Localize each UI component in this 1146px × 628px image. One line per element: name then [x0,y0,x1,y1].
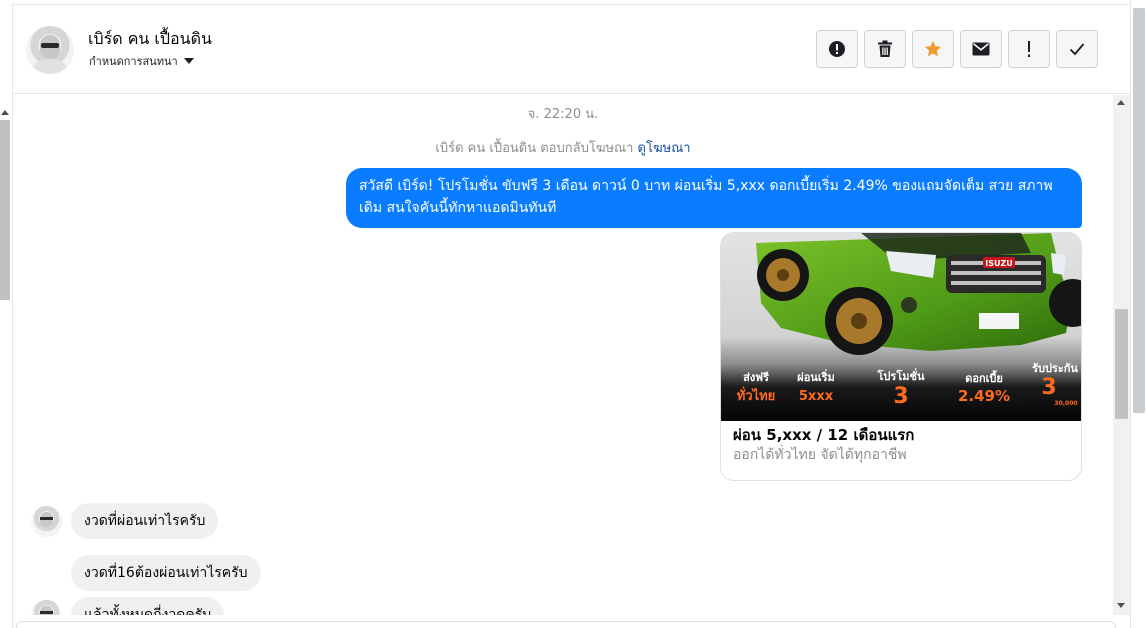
contact-avatar[interactable] [26,26,74,74]
incoming-message[interactable]: งวดที่ผ่อนเท่าไรครับ [71,503,219,539]
promo-value: 3 [893,384,908,409]
promo-label: ดอกเบี้ย [965,370,1003,385]
envelope-icon [972,42,990,56]
promo-label: โปรโมชั่น [877,368,925,383]
incoming-message[interactable]: งวดที่16ต้องผ่อนเท่าไรครับ [71,555,261,591]
left-pane-scrollbar[interactable] [0,110,10,628]
promo-value: 5xxx [799,389,834,404]
ad-subtitle: ออกได้ทั่วไทย จัดได้ทุกอาชีพ [733,447,907,463]
message-composer[interactable] [16,621,1116,628]
conversation-settings-label: กำหนดการสนทนา [89,55,178,68]
promo-value: 3 [1041,375,1056,400]
alert-circle-icon [829,41,845,57]
promo-value: 2.49% [958,387,1010,405]
promo-value: ทั่วไทย [737,386,776,404]
mark-done-button[interactable] [1056,30,1098,68]
trash-icon [878,40,892,57]
outgoing-message[interactable]: สวัสดี เบิร์ด! โปรโมชั่น ขับฟรี 3 เดือน … [346,168,1082,228]
view-ad-link[interactable]: ดูโฆษณา [638,141,691,156]
caret-down-icon [183,58,194,64]
conversation-toolbar [816,30,1098,68]
message-list[interactable]: จ. 22:20 น. เบิร์ด คน เปื้อนดิน ตอบกลับโ… [13,95,1113,615]
star-icon [924,40,942,57]
contact-avatar-small[interactable] [31,600,62,615]
promo-label: ส่งฟรี [743,371,769,384]
promo-extra: 30,000 [1054,400,1077,407]
conversation-header: เบิร์ด คน เปื้อนดิน กำหนดการสนทนา [13,5,1131,94]
brand-badge: ISUZU [985,259,1013,268]
left-pane-scrollbar-thumb[interactable] [0,120,10,300]
star-button[interactable] [912,30,954,68]
exclamation-icon [1028,41,1030,57]
car-promo-graphic: ISUZU ส่งฟรี ทั่วไทย ผ่อนเริ่ม 5xxx โปรโ… [721,233,1081,421]
delete-button[interactable] [864,30,906,68]
app-window: เบิร์ด คน เปื้อนดิน กำหนดการสนทนา จ. 22:… [0,0,1146,628]
promo-label: ผ่อนเริ่ม [797,369,835,384]
scroll-down-arrow-icon[interactable] [1117,603,1125,608]
mark-unread-button[interactable] [960,30,1002,68]
ad-reply-text: เบิร์ด คน เปื้อนดิน ตอบกลับโฆษณา [435,141,634,156]
incoming-message[interactable]: แล้วทั้งหมดกี่งวดครับ [71,597,225,615]
scroll-up-arrow-icon[interactable] [1117,100,1125,105]
message-timestamp: จ. 22:20 น. [527,107,599,122]
ad-card[interactable]: ISUZU ส่งฟรี ทั่วไทย ผ่อนเริ่ม 5xxx โปรโ… [720,232,1082,481]
contact-name[interactable]: เบิร์ด คน เปื้อนดิน [88,27,212,52]
promo-label: รับประกัน [1032,362,1078,375]
ad-reply-notice: เบิร์ด คน เปื้อนดิน ตอบกลับโฆษณา ดูโฆษณา [13,137,1113,158]
message-list-scrollbar[interactable] [1113,95,1130,615]
message-list-scrollbar-thumb[interactable] [1115,309,1128,419]
check-icon [1069,43,1085,56]
scroll-up-arrow-icon[interactable] [1,110,9,115]
contact-avatar-small[interactable] [31,506,62,537]
follow-up-button[interactable] [1008,30,1050,68]
report-spam-button[interactable] [816,30,858,68]
conversation-settings-dropdown[interactable]: กำหนดการสนทนา [89,52,194,70]
conversation-panel: เบิร์ด คน เปื้อนดิน กำหนดการสนทนา จ. 22:… [12,4,1131,628]
ad-image[interactable]: ISUZU ส่งฟรี ทั่วไทย ผ่อนเริ่ม 5xxx โปรโ… [721,233,1081,421]
page-scrollbar-thumb[interactable] [1133,8,1145,413]
page-scrollbar[interactable] [1130,0,1146,628]
